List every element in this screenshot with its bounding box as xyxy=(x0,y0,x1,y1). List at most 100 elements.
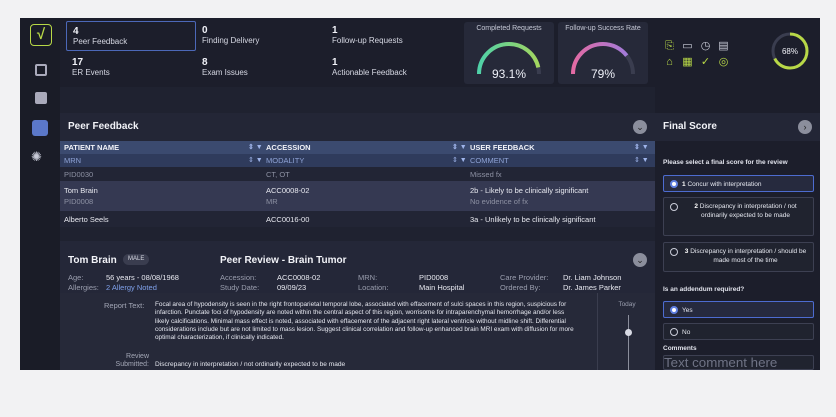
app-logo-icon[interactable]: √ xyxy=(30,24,52,46)
gauge-title: Follow-up Success Rate xyxy=(565,25,641,32)
table-row-selected[interactable]: Tom Brain PID0008 ACC0008-02 MR 2b - Lik… xyxy=(60,181,655,211)
stat-er-events[interactable]: 17 ER Events xyxy=(66,53,196,83)
addendum-yes[interactable]: Yes xyxy=(663,301,814,318)
addendum-no[interactable]: No xyxy=(663,323,814,340)
patient-summary: Tom Brain MALE Peer Review - Brain Tumor… xyxy=(60,241,655,293)
stat-peer-feedback[interactable]: 4 Peer Feedback xyxy=(66,21,196,51)
stats-bar: 4 Peer Feedback 0 Finding Delivery 1 Fol… xyxy=(60,18,655,87)
gauge-value: 79% xyxy=(590,67,616,81)
cell-user-feedback: 3a - Unlikely to be clinically significa… xyxy=(470,215,596,224)
care-provider-label: Care Provider: xyxy=(500,273,549,282)
mrn-label: MRN: xyxy=(358,273,378,282)
accession-label: Accession: xyxy=(220,273,257,282)
stat-count: 4 xyxy=(73,26,79,37)
timeline-label: Today xyxy=(618,301,636,308)
sort-filter-icon[interactable]: ⇕ ▼ xyxy=(452,156,467,164)
yes-label: Yes xyxy=(682,307,693,314)
gauge-value: 93.1% xyxy=(491,67,527,81)
sort-filter-icon[interactable]: ⇕ ▼ xyxy=(248,143,263,151)
mrn-value: PID0008 xyxy=(419,273,449,282)
stat-exam-issues[interactable]: 8 Exam Issues xyxy=(196,53,326,83)
study-date-label: Study Date: xyxy=(220,283,260,292)
stat-label: Follow-up Requests xyxy=(332,36,403,45)
chart-icon[interactable]: ▦ xyxy=(681,56,694,69)
stat-label: Peer Feedback xyxy=(73,37,128,46)
stat-count: 8 xyxy=(202,57,208,68)
cell-comment: No evidence of fx xyxy=(470,197,528,206)
study-date-value: 09/09/23 xyxy=(277,283,307,292)
comments-input[interactable] xyxy=(663,355,814,370)
column-header-mrn[interactable]: MRN xyxy=(64,156,81,165)
table-row[interactable]: PID0030 CT, OT Missed fx xyxy=(60,167,655,181)
table-subheader: MRN ⇕ ▼ MODALITY ⇕ ▼ COMMENT ⇕ ▼ xyxy=(60,154,655,167)
comments-label: Comments xyxy=(663,345,697,352)
collapse-chevron-icon[interactable]: ⌄ xyxy=(633,120,647,134)
peer-feedback-panel-header: Peer Feedback ⌄ xyxy=(60,113,655,141)
analytics-icon[interactable] xyxy=(32,120,48,136)
document-icon[interactable] xyxy=(35,64,47,76)
score-option-3[interactable]: 3 Discrepancy in interpretation / should… xyxy=(663,242,814,272)
final-score-panel: ⎘ ▭ ◷ ▤ ⌂ ▦ ✓ ◎ 68% Final Score › Please… xyxy=(655,18,820,370)
table-header: PATIENT NAME ⇕ ▼ ACCESSION ⇕ ▼ USER FEED… xyxy=(60,141,655,154)
panel-title: Peer Feedback xyxy=(68,121,139,132)
report-section: Report Text: Focal area of hypodensity i… xyxy=(60,293,655,370)
stat-count: 1 xyxy=(332,25,338,36)
review-detail-panel: Tom Brain MALE Peer Review - Brain Tumor… xyxy=(60,241,655,370)
ordered-by-label: Ordered By: xyxy=(500,283,541,292)
check-circle-icon[interactable]: ✓ xyxy=(699,56,712,69)
accession-value: ACC0008-02 xyxy=(277,273,321,282)
cell-comment: Missed fx xyxy=(470,170,502,179)
stat-finding-delivery[interactable]: 0 Finding Delivery xyxy=(196,21,326,51)
graduation-cap-icon[interactable]: ⌂ xyxy=(663,56,676,69)
radio-unselected[interactable] xyxy=(670,248,678,256)
sort-filter-icon[interactable]: ⇕ ▼ xyxy=(634,156,649,164)
score-prompt: Please select a final score for the revi… xyxy=(663,159,788,166)
report-text: Focal area of hypodensity is seen in the… xyxy=(155,301,574,342)
review-submitted-label: Review Submitted: xyxy=(115,353,149,368)
cell-patient-name: Alberto Seels xyxy=(64,215,109,224)
stat-label: Actionable Feedback xyxy=(332,68,407,77)
score-option-2[interactable]: 2 Discrepancy in interpretation / not or… xyxy=(663,197,814,236)
stat-actionable-feedback[interactable]: 1 Actionable Feedback xyxy=(326,53,456,83)
next-arrow-icon[interactable]: › xyxy=(798,120,812,134)
timeline: Today xyxy=(597,293,655,370)
sex-badge: MALE xyxy=(123,254,150,265)
stat-follow-up-requests[interactable]: 1 Follow-up Requests xyxy=(326,21,456,51)
score-option-1[interactable]: 1 Concur with interpretation xyxy=(663,175,814,192)
review-title: Peer Review - Brain Tumor xyxy=(220,255,347,266)
radio-selected[interactable] xyxy=(670,180,678,188)
cell-patient-name: Tom Brain xyxy=(64,186,98,195)
column-header-accession[interactable]: ACCESSION xyxy=(266,143,311,152)
left-nav-rail: √ ✺ xyxy=(20,18,60,370)
sort-filter-icon[interactable]: ⇕ ▼ xyxy=(452,143,467,151)
radio-unselected[interactable] xyxy=(670,203,678,211)
column-header-modality[interactable]: MODALITY xyxy=(266,156,304,165)
clipboard-icon[interactable] xyxy=(35,92,47,104)
progress-value: 68% xyxy=(782,47,798,56)
age-label: Age: xyxy=(68,273,84,282)
report-icon[interactable]: ▤ xyxy=(717,40,730,53)
collapse-chevron-icon[interactable]: ⌄ xyxy=(633,253,647,267)
clipboard-check-icon[interactable]: ⎘ xyxy=(663,40,676,53)
lightbulb-icon[interactable]: ✺ xyxy=(31,149,49,164)
target-icon[interactable]: ◎ xyxy=(717,56,730,69)
radio-unselected[interactable] xyxy=(670,328,678,336)
column-header-user-feedback[interactable]: USER FEEDBACK xyxy=(470,143,535,152)
sort-filter-icon[interactable]: ⇕ ▼ xyxy=(634,143,649,151)
column-header-patient-name[interactable]: PATIENT NAME xyxy=(64,143,119,152)
cell-modality: MR xyxy=(266,197,278,206)
column-header-comment[interactable]: COMMENT xyxy=(470,156,509,165)
stat-count: 17 xyxy=(72,57,84,68)
stopwatch-icon[interactable]: ◷ xyxy=(699,40,712,53)
table-row[interactable]: Alberto Seels ACC0016-00 3a - Unlikely t… xyxy=(60,211,655,227)
gauge-completed-requests: Completed Requests 93.1% xyxy=(464,22,554,84)
timeline-marker[interactable] xyxy=(625,329,632,336)
allergies-link[interactable]: 2 Allergy Noted xyxy=(106,283,157,292)
stat-label: ER Events xyxy=(72,68,110,77)
stat-label: Finding Delivery xyxy=(202,36,260,45)
radio-selected[interactable] xyxy=(670,306,678,314)
monitor-icon[interactable]: ▭ xyxy=(681,40,694,53)
review-submitted-value: Discrepancy in interpretation / not ordi… xyxy=(155,361,346,368)
stat-label: Exam Issues xyxy=(202,68,248,77)
sort-filter-icon[interactable]: ⇕ ▼ xyxy=(248,156,263,164)
